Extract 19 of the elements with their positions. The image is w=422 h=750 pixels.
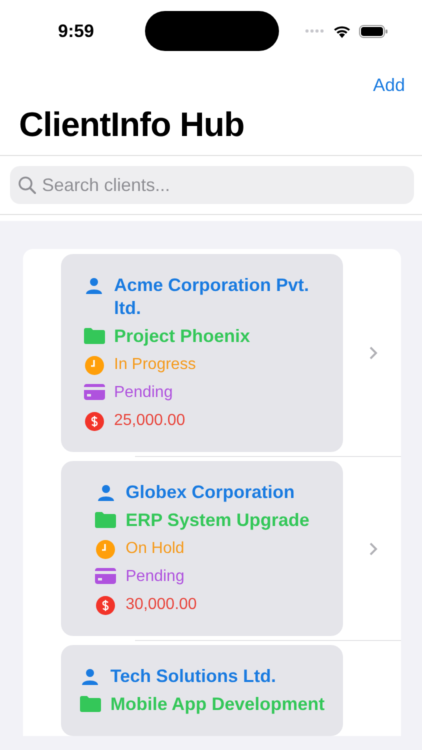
client-card[interactable]: Acme Corporation Pvt. ltd. Project Phoenix In Progress Pending 25,000.00 <box>61 254 343 452</box>
client-name: Globex Corporation <box>126 481 295 504</box>
project-status: On Hold <box>126 539 184 559</box>
project-name: Project Phoenix <box>114 325 250 348</box>
client-card[interactable]: Tech Solutions Ltd. Mobile App Development <box>61 645 343 736</box>
client-name: Acme Corporation Pvt. ltd. <box>114 274 310 320</box>
page-title: ClientInfo Hub <box>18 105 246 146</box>
payment-status: Pending <box>114 383 173 403</box>
add-button[interactable]: Add <box>372 70 405 100</box>
client-card[interactable]: Globex Corporation ERP System Upgrade On Hold Pending 30,000.00 <box>61 461 343 636</box>
amount-text: 25,000.00 <box>114 411 186 431</box>
project-name: Mobile App Development <box>110 693 325 716</box>
search-field[interactable]: Search clients... <box>10 166 414 204</box>
amount-text: 30,000.00 <box>126 595 197 615</box>
client-name: Tech Solutions Ltd. <box>110 665 276 688</box>
project-name: ERP System Upgrade <box>126 509 310 532</box>
project-status: In Progress <box>114 355 196 375</box>
status-time: 9:59 <box>58 20 96 42</box>
payment-status: Pending <box>126 567 184 587</box>
